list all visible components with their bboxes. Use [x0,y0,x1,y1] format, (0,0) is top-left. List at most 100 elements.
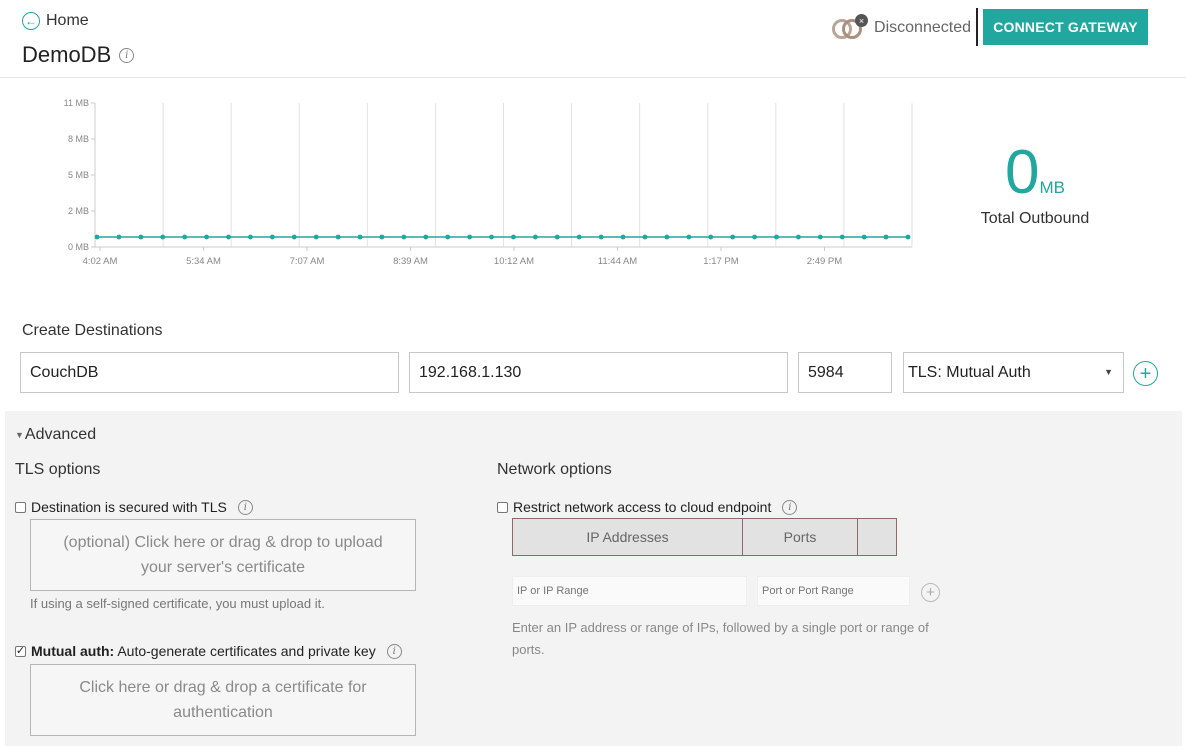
data-point [730,234,736,240]
auth-certificate-dropzone[interactable]: Click here or drag & drop a certificate … [30,664,416,736]
x-tick-label: 5:34 AM [186,256,221,267]
ip-addresses-header: IP Addresses [513,519,743,555]
data-point [554,234,560,240]
total-outbound: 0MB Total Outbound [960,142,1110,228]
data-point [423,234,429,240]
ip-ports-table-header: IP Addresses Ports [512,518,897,556]
x-tick-label: 2:49 PM [807,256,842,267]
data-point [335,234,341,240]
data-point [313,234,319,240]
data-point [796,234,801,240]
tls-secured-row: Destination is secured with TLS i [15,499,253,515]
data-point [686,234,692,240]
data-point [291,234,297,240]
info-icon[interactable]: i [237,499,253,515]
data-point [445,234,451,240]
ip-range-input[interactable] [512,576,747,606]
data-point [708,234,714,240]
mutual-auth-label: Auto-generate certificates and private k… [114,643,376,659]
total-unit: MB [1039,178,1065,197]
server-certificate-dropzone[interactable]: (optional) Click here or drag & drop to … [30,519,416,591]
x-tick-label: 7:07 AM [290,256,325,267]
y-tick-label: 2 MB [68,206,89,216]
destination-host-input[interactable] [409,352,788,393]
tls-options-title: TLS options [15,461,101,478]
connect-gateway-button[interactable]: CONNECT GATEWAY [983,9,1148,45]
data-point [138,234,144,240]
data-point [576,234,582,240]
x-tick-label: 8:39 AM [393,256,428,267]
y-tick-label: 0 MB [68,242,89,252]
home-label: Home [46,12,89,29]
self-signed-hint: If using a self-signed certificate, you … [30,596,325,611]
data-point [204,234,209,240]
network-hint: Enter an IP address or range of IPs, fol… [512,620,929,657]
restrict-network-checkbox[interactable] [497,501,508,513]
info-icon[interactable]: i [386,643,402,659]
server-certificate-dropzone-text: (optional) Click here or drag & drop to … [63,534,383,576]
mutual-auth-row: ✓ Mutual auth: Auto-generate certificate… [15,643,402,659]
outbound-chart: 11 MB 8 MB 5 MB 2 MB 0 MB 4:02 AM 5:34 AM 7:07 … [64,98,913,267]
data-point [883,234,889,240]
y-tick-label: 8 MB [68,134,89,144]
data-point [226,234,231,240]
tls-secured-label: Destination is secured with TLS [31,499,227,515]
data-point [160,234,166,240]
data-point [467,234,473,240]
triangle-down-icon: ▼ [15,430,24,440]
advanced-toggle[interactable]: ▼ Advanced [15,426,96,444]
data-point [817,234,823,240]
db-name: DemoDB [22,42,112,67]
destination-port-input[interactable] [798,352,892,393]
port-range-input[interactable] [757,576,910,606]
data-point [248,234,253,240]
restrict-network-label: Restrict network access to cloud endpoin… [513,499,772,515]
info-icon[interactable]: i [119,47,135,63]
total-label: Total Outbound [980,210,1090,227]
data-point [642,234,648,240]
data-point [752,234,757,240]
mutual-auth-checkbox[interactable]: ✓ [15,645,26,657]
tls-secured-checkbox[interactable] [15,501,26,513]
data-point [861,234,867,240]
data-point [94,234,100,240]
page-title: DemoDB i [22,42,135,68]
data-point [357,234,363,240]
advanced-label: Advanced [24,426,97,443]
data-point [664,234,670,240]
data-point [511,234,516,240]
home-link[interactable]: ← Home [22,12,89,30]
data-point [489,234,494,240]
data-point [839,234,845,240]
security-select-value: TLS: Mutual Auth [908,363,1031,381]
data-point [620,234,626,240]
data-point [269,234,275,240]
status-label: Disconnected [874,19,971,36]
data-point [116,234,122,240]
disconnected-rings-icon: × [832,14,869,42]
auth-certificate-dropzone-text: Click here or drag & drop a certificate … [79,679,367,721]
status-divider [976,8,978,46]
actions-header [858,519,896,555]
y-tick-label: 11 MB [64,98,89,108]
x-tick-label: 4:02 AM [83,256,118,267]
data-point [379,234,385,240]
data-point [774,234,779,240]
data-point [182,234,188,240]
back-arrow-icon: ← [22,12,40,30]
add-destination-icon[interactable]: + [1133,361,1158,386]
add-rule-icon[interactable]: + [921,583,940,602]
data-point [905,234,911,240]
y-tick-label: 5 MB [68,170,89,180]
restrict-network-row: Restrict network access to cloud endpoin… [497,499,798,515]
x-tick-label: 10:12 AM [494,256,534,267]
security-select[interactable]: TLS: Mutual Auth ▼ [903,352,1124,393]
x-tick-label: 1:17 PM [703,256,738,267]
destination-name-input[interactable] [20,352,399,393]
create-destinations-title: Create Destinations [22,322,163,339]
advanced-panel: ▼ Advanced TLS options Destination is se… [5,411,1182,746]
connection-status: × Disconnected [832,14,971,42]
x-tick-label: 11:44 AM [598,256,638,267]
info-icon[interactable]: i [782,499,798,515]
data-point [598,234,604,240]
